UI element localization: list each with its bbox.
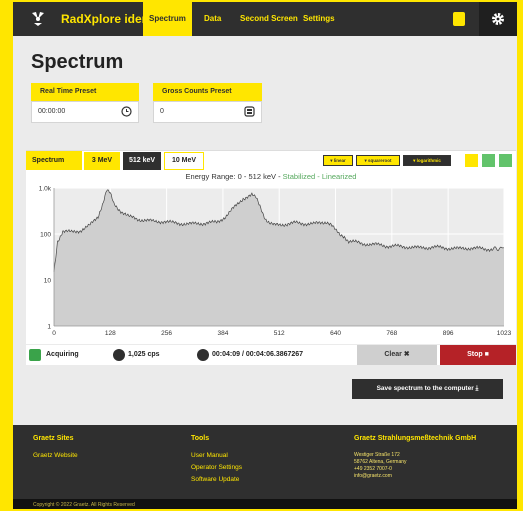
- acquisition-state-label: Acquiring: [46, 351, 79, 358]
- chart-tool-button[interactable]: [482, 154, 495, 167]
- company-city: 58762 Altena, Germany: [354, 459, 407, 465]
- refresh-icon: [29, 349, 41, 361]
- energy-range-label: Energy Range: 0 - 512 keV -: [185, 172, 283, 181]
- real-time-preset-label: Real Time Preset: [31, 83, 139, 101]
- x-tick-label: 128: [105, 330, 116, 337]
- scale-linear-button[interactable]: ▾ linear: [323, 155, 353, 166]
- count-rate-value: 1,025 cps: [128, 351, 160, 358]
- tab-second-screen[interactable]: Second Screen: [234, 2, 304, 36]
- footer-col-sites: Graetz Sites Graetz Website: [33, 435, 78, 464]
- range-3mev-button[interactable]: 3 MeV: [84, 152, 120, 170]
- acquisition-time: 00:04:09 / 00:04:06.3867267: [194, 345, 354, 365]
- footer: Graetz Sites Graetz Website Tools User M…: [13, 425, 517, 499]
- chart-tool-button[interactable]: [499, 154, 512, 167]
- x-tick-label: 0: [52, 330, 56, 337]
- copyright-bar: Copyright © 2022 Graetz. All Rights Rese…: [13, 499, 517, 509]
- acquisition-bar: Acquiring 1,025 cps 00:04:09 / 00:04:06.…: [26, 345, 516, 365]
- company-phone[interactable]: +49 2352 7007-0: [354, 466, 476, 473]
- copyright-text: Copyright © 2022 Graetz. All Rights Rese…: [33, 502, 135, 508]
- x-tick-label: 384: [217, 330, 228, 337]
- spectrum-toolbar: Spectrum 3 MeV 512 keV 10 MeV ▾ linear ▾…: [26, 150, 516, 170]
- spectrum-label: Spectrum: [26, 151, 82, 170]
- x-tick-label: 640: [330, 330, 341, 337]
- company-address: Westiger Straße 172: [354, 452, 400, 458]
- footer-link-operator-settings[interactable]: Operator Settings: [191, 464, 242, 471]
- top-nav: RadXplore ident Spectrum Data Second Scr…: [13, 2, 517, 36]
- scale-logarithmic-button[interactable]: ▾ logarithmic: [403, 155, 451, 166]
- counter-icon[interactable]: [244, 106, 255, 117]
- gear-icon: [492, 13, 504, 25]
- footer-link-graetz-website[interactable]: Graetz Website: [33, 452, 78, 459]
- footer-heading: Graetz Sites: [33, 435, 74, 442]
- radiation-logo-icon: [32, 12, 44, 26]
- chart-tool-button[interactable]: [465, 154, 478, 167]
- y-tick-label: 1.0k: [39, 186, 52, 193]
- x-tick-label: 768: [386, 330, 397, 337]
- rate-icon: [113, 349, 125, 361]
- stop-button[interactable]: Stop ■: [440, 345, 516, 365]
- range-10mev-button[interactable]: 10 MeV: [164, 152, 204, 170]
- scale-linear-label: linear: [333, 158, 346, 163]
- settings-button[interactable]: [479, 2, 517, 36]
- chart-status-label: Stabilized - Linearized: [282, 172, 357, 181]
- y-tick-label: 100: [40, 232, 51, 239]
- real-time-preset-field[interactable]: 00:00:00: [31, 101, 139, 123]
- x-tick-label: 512: [274, 330, 285, 337]
- clock-icon[interactable]: [121, 106, 132, 117]
- tab-spectrum[interactable]: Spectrum: [143, 2, 192, 36]
- y-tick-label: 10: [44, 278, 52, 285]
- gross-counts-preset-value[interactable]: 0: [160, 108, 164, 115]
- footer-link-software-update[interactable]: Software Update: [191, 476, 242, 483]
- scale-squareroot-label: squareroot: [368, 158, 392, 163]
- document-icon[interactable]: [453, 12, 465, 26]
- gross-counts-preset-field[interactable]: 0: [153, 101, 262, 123]
- tab-settings[interactable]: Settings: [297, 2, 341, 36]
- scale-logarithmic-label: logarithmic: [416, 158, 441, 163]
- footer-link-user-manual[interactable]: User Manual: [191, 452, 242, 459]
- gross-counts-preset-label: Gross Counts Preset: [153, 83, 262, 101]
- footer-col-tools: Tools User Manual Operator Settings Soft…: [191, 435, 242, 488]
- footer-heading: Tools: [191, 435, 210, 442]
- spectrum-chart[interactable]: 1 10 100 1.0k 0 128 256 384 512 640 768 896 1023 Ene…: [26, 170, 516, 344]
- count-rate: 1,025 cps: [110, 345, 190, 365]
- chart-svg: 1 10 100 1.0k 0 128 256 384 512 640 768 896 1023: [39, 186, 512, 338]
- footer-col-company: Graetz Strahlungsmeßtechnik GmbH Westige…: [354, 435, 476, 480]
- brand-name[interactable]: RadXplore ident: [61, 12, 153, 26]
- scale-squareroot-button[interactable]: ▾ squareroot: [356, 155, 400, 166]
- app-window: RadXplore ident Spectrum Data Second Scr…: [13, 2, 517, 509]
- clock-icon: [197, 349, 209, 361]
- x-tick-label: 896: [443, 330, 454, 337]
- page-title: Spectrum: [31, 51, 124, 73]
- save-spectrum-button[interactable]: Save spectrum to the computer ⤓: [352, 379, 503, 399]
- chart-title: Energy Range: 0 - 512 keV - Stabilized -…: [26, 172, 516, 181]
- company-email[interactable]: info@graetz.com: [354, 473, 476, 480]
- range-512kev-button[interactable]: 512 keV: [123, 152, 161, 170]
- acquisition-status: Acquiring: [26, 345, 106, 365]
- tab-data[interactable]: Data: [198, 2, 227, 36]
- x-tick-label: 256: [161, 330, 172, 337]
- x-tick-label: 1023: [497, 330, 512, 337]
- clear-button[interactable]: Clear ✖: [357, 345, 437, 365]
- real-time-preset-value[interactable]: 00:00:00: [38, 108, 65, 115]
- y-tick-label: 1: [47, 324, 51, 331]
- acquisition-time-value: 00:04:09 / 00:04:06.3867267: [212, 351, 304, 358]
- footer-heading: Graetz Strahlungsmeßtechnik GmbH: [354, 435, 477, 442]
